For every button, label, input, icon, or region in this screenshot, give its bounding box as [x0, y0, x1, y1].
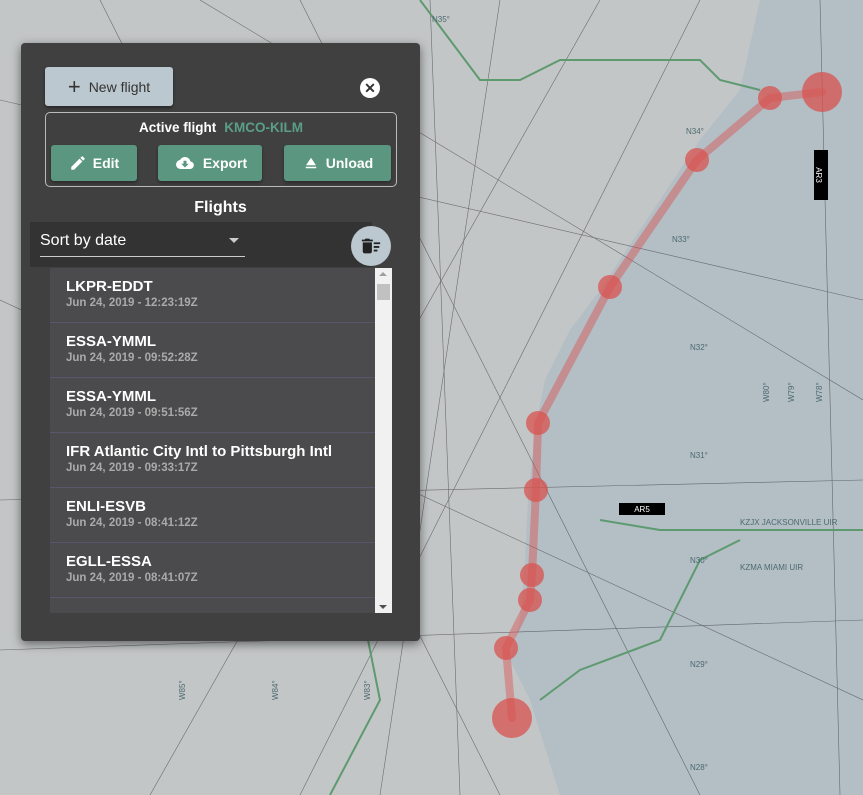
unload-button[interactable]: Unload	[284, 145, 391, 181]
region-label: KZMA MIAMI UIR	[740, 563, 803, 572]
flight-date: Jun 24, 2019 - 12:23:19Z	[66, 297, 198, 309]
flight-list-item[interactable]: ENLI-ESVB Jun 24, 2019 - 08:41:12Z	[50, 488, 375, 543]
flight-title: ESSA-YMML	[66, 388, 156, 405]
flight-title: LKPR-EDDT	[66, 278, 153, 295]
clear-flights-button[interactable]	[351, 226, 391, 266]
lon-label: W85°	[178, 680, 187, 700]
active-flight-label: Active flight	[139, 120, 217, 135]
lon-label: W78°	[815, 382, 824, 402]
cloud-download-icon	[175, 157, 194, 169]
flights-list: LKPR-EDDT Jun 24, 2019 - 12:23:19Z ESSA-YM…	[50, 268, 375, 613]
active-flight-box: Active flight KMCO-KILM Edit Export Unloa…	[45, 112, 397, 187]
flight-date: Jun 24, 2019 - 08:41:07Z	[66, 572, 198, 584]
lat-label: N29°	[690, 660, 708, 669]
flight-list-item[interactable]: ESSA-YMML Jun 24, 2019 - 09:52:28Z	[50, 323, 375, 378]
sort-select[interactable]: Sort by date	[40, 230, 245, 257]
active-flight-title: Active flight KMCO-KILM	[46, 120, 396, 135]
scrollbar-thumb[interactable]	[377, 284, 390, 300]
flight-title: EGLL-ESSA	[66, 553, 152, 570]
flight-date: Jun 24, 2019 - 08:41:12Z	[66, 517, 198, 529]
active-flight-name: KMCO-KILM	[224, 120, 303, 135]
flight-list-item[interactable]: EGLL-ESSA Jun 24, 2019 - 08:41:07Z	[50, 543, 375, 598]
region-label: KZJX JACKSONVILLE UIR	[740, 518, 838, 527]
close-icon[interactable]: ✕	[360, 78, 380, 98]
flight-list-item[interactable]: LKPR-EDDT Jun 24, 2019 - 12:23:19Z	[50, 268, 375, 323]
lon-label: W83°	[363, 680, 372, 700]
airway-label: AR3	[814, 167, 823, 183]
lat-label: N30°	[690, 556, 708, 565]
scrollbar[interactable]	[375, 268, 392, 613]
chevron-down-icon	[229, 238, 239, 243]
flight-title: ESSA-YMML	[66, 333, 156, 350]
flight-title: ENLI-ESVB	[66, 498, 147, 515]
edit-label: Edit	[92, 155, 120, 171]
flights-heading: Flights	[194, 199, 247, 216]
lon-label: W84°	[271, 680, 280, 700]
flight-list-item[interactable]	[50, 598, 375, 613]
pencil-icon	[71, 156, 85, 170]
lat-label: N34°	[686, 127, 704, 136]
flights-panel: + New flight ✕ Active flight KMCO-KILM Ed…	[21, 43, 420, 641]
flight-title: IFR Atlantic City Intl to Pittsburgh Int…	[66, 443, 333, 460]
flight-date: Jun 24, 2019 - 09:33:17Z	[66, 462, 198, 474]
lat-label: N33°	[672, 235, 690, 244]
flight-list-item[interactable]: ESSA-YMML Jun 24, 2019 - 09:51:56Z	[50, 378, 375, 433]
export-button[interactable]: Export	[158, 145, 262, 181]
flight-date: Jun 24, 2019 - 09:51:56Z	[66, 407, 198, 419]
plus-icon: +	[67, 73, 81, 99]
flight-date: Jun 24, 2019 - 09:52:28Z	[66, 352, 198, 364]
edit-button[interactable]: Edit	[51, 145, 137, 181]
airway-label: AR5	[634, 505, 650, 514]
lat-label: N32°	[690, 343, 708, 352]
lon-label: W80°	[762, 382, 771, 402]
new-flight-label: New flight	[88, 78, 151, 95]
scroll-up-icon[interactable]	[379, 272, 387, 276]
eject-icon	[305, 157, 317, 169]
new-flight-button[interactable]: + New flight	[45, 67, 173, 106]
delete-sweep-icon	[361, 238, 381, 254]
lat-label: N35°	[432, 15, 450, 24]
lat-label: N28°	[690, 763, 708, 772]
unload-label: Unload	[325, 155, 374, 171]
sort-value: Sort by date	[40, 232, 127, 249]
lon-label: W79°	[787, 382, 796, 402]
sort-bar: Sort by date	[30, 222, 372, 267]
flight-list-item[interactable]: IFR Atlantic City Intl to Pittsburgh Int…	[50, 433, 375, 488]
lat-label: N31°	[690, 451, 708, 460]
scroll-down-icon[interactable]	[379, 605, 387, 609]
export-label: Export	[202, 155, 248, 171]
